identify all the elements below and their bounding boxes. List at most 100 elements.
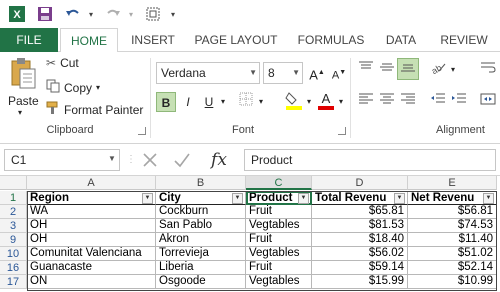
increase-font-size-icon[interactable]: A▲ bbox=[307, 63, 327, 83]
font-name-select[interactable]: Verdana ▼ bbox=[156, 62, 260, 84]
header-cell-city[interactable]: City ▼ bbox=[156, 191, 246, 205]
orientation-icon[interactable]: ab bbox=[428, 60, 448, 80]
table-cell[interactable]: OH bbox=[27, 219, 156, 233]
table-cell[interactable]: $59.14 bbox=[312, 261, 408, 275]
table-cell[interactable]: $15.99 bbox=[312, 275, 408, 289]
table-cell[interactable]: $81.53 bbox=[312, 219, 408, 233]
column-header-e[interactable]: E bbox=[408, 176, 497, 190]
cut-button[interactable]: ✂ Cut bbox=[46, 56, 79, 70]
orientation-dropdown-icon[interactable]: ▾ bbox=[448, 60, 458, 80]
table-cell[interactable]: Torrevieja bbox=[156, 247, 246, 261]
table-cell[interactable]: $56.02 bbox=[312, 247, 408, 261]
row-header[interactable]: 3 bbox=[0, 219, 27, 233]
font-size-select[interactable]: 8 ▼ bbox=[263, 62, 303, 84]
header-cell-region[interactable]: Region ▼ bbox=[27, 191, 156, 205]
row-header[interactable]: 10 bbox=[0, 247, 27, 261]
align-right-icon[interactable] bbox=[398, 92, 418, 112]
redo-dropdown-icon[interactable]: ▾ bbox=[126, 3, 136, 25]
redo-icon[interactable] bbox=[102, 3, 124, 25]
font-size-dropdown-icon[interactable]: ▼ bbox=[292, 63, 300, 83]
table-cell[interactable]: Fruit bbox=[246, 261, 312, 275]
font-dialog-launcher-icon[interactable] bbox=[338, 127, 346, 135]
borders-dropdown-icon[interactable]: ▾ bbox=[256, 92, 266, 112]
touch-mode-icon[interactable] bbox=[142, 3, 164, 25]
insert-function-icon[interactable]: fx bbox=[206, 148, 232, 172]
merge-center-icon[interactable] bbox=[478, 92, 498, 112]
undo-icon[interactable] bbox=[62, 3, 84, 25]
copy-dropdown-icon[interactable]: ▾ bbox=[96, 83, 100, 92]
name-box[interactable]: C1 bbox=[4, 149, 120, 171]
font-name-dropdown-icon[interactable]: ▼ bbox=[249, 63, 257, 83]
table-cell[interactable]: Akron bbox=[156, 233, 246, 247]
align-left-icon[interactable] bbox=[356, 92, 376, 112]
cancel-icon[interactable] bbox=[140, 150, 160, 170]
copy-button[interactable]: Copy ▾ bbox=[46, 79, 100, 96]
decrease-indent-icon[interactable] bbox=[428, 92, 448, 112]
table-cell[interactable]: $18.40 bbox=[312, 233, 408, 247]
row-header[interactable]: 1 bbox=[0, 191, 27, 205]
top-align-icon[interactable] bbox=[356, 60, 376, 80]
table-cell[interactable]: $52.14 bbox=[408, 261, 497, 275]
table-cell[interactable]: $11.40 bbox=[408, 233, 497, 247]
column-header-d[interactable]: D bbox=[312, 176, 408, 190]
tab-file[interactable]: FILE bbox=[0, 28, 58, 52]
header-cell-total-revenue[interactable]: Total Revenu ▼ bbox=[312, 191, 408, 205]
table-cell[interactable]: Comunitat Valenciana bbox=[27, 247, 156, 261]
table-cell[interactable]: Guanacaste bbox=[27, 261, 156, 275]
paste-dropdown-icon[interactable]: ▾ bbox=[18, 108, 22, 117]
tab-page-layout[interactable]: PAGE LAYOUT bbox=[190, 28, 282, 52]
align-center-icon[interactable] bbox=[377, 92, 397, 112]
row-header[interactable]: 9 bbox=[0, 233, 27, 247]
paste-icon[interactable] bbox=[6, 56, 40, 92]
table-cell[interactable]: Vegtables bbox=[246, 275, 312, 289]
table-cell[interactable]: $56.81 bbox=[408, 205, 497, 219]
enter-icon[interactable] bbox=[172, 150, 192, 170]
header-cell-net-revenue[interactable]: Net Revenu ▼ bbox=[408, 191, 497, 205]
header-cell-product[interactable]: Product ▼ bbox=[246, 191, 312, 205]
underline-dropdown-icon[interactable]: ▾ bbox=[218, 92, 228, 112]
fill-color-dropdown-icon[interactable]: ▾ bbox=[304, 92, 314, 112]
table-cell[interactable]: Osgoode bbox=[156, 275, 246, 289]
column-header-c[interactable]: C bbox=[246, 176, 312, 190]
row-header[interactable]: 17 bbox=[0, 275, 27, 289]
tab-insert[interactable]: INSERT bbox=[124, 28, 182, 52]
bottom-align-icon[interactable] bbox=[397, 58, 419, 80]
table-cell[interactable]: Vegtables bbox=[246, 247, 312, 261]
table-cell[interactable]: Liberia bbox=[156, 261, 246, 275]
table-cell[interactable]: ON bbox=[27, 275, 156, 289]
tab-data[interactable]: DATA bbox=[378, 28, 424, 52]
font-color-icon[interactable]: A bbox=[316, 90, 336, 110]
name-box-dropdown-icon[interactable]: ▼ bbox=[108, 154, 116, 163]
format-painter-button[interactable]: Format Painter bbox=[46, 101, 143, 118]
column-header-a[interactable]: A bbox=[27, 176, 156, 190]
filter-dropdown-icon[interactable]: ▼ bbox=[232, 193, 243, 204]
decrease-font-size-icon[interactable]: A▼ bbox=[329, 63, 349, 83]
filter-active-icon[interactable]: ▼ bbox=[298, 193, 309, 204]
table-cell[interactable]: $74.53 bbox=[408, 219, 497, 233]
table-cell[interactable]: Fruit bbox=[246, 205, 312, 219]
table-cell[interactable]: Vegtables bbox=[246, 219, 312, 233]
bold-button[interactable]: B bbox=[156, 92, 176, 112]
table-cell[interactable]: WA bbox=[27, 205, 156, 219]
tab-formulas[interactable]: FORMULAS bbox=[292, 28, 370, 52]
underline-button[interactable]: U bbox=[199, 92, 219, 112]
borders-icon[interactable] bbox=[236, 92, 256, 112]
fill-color-icon[interactable] bbox=[284, 90, 304, 110]
paste-button[interactable]: Paste bbox=[8, 94, 39, 108]
row-header[interactable]: 2 bbox=[0, 205, 27, 219]
formula-input[interactable]: Product bbox=[244, 149, 496, 171]
clipboard-dialog-launcher-icon[interactable] bbox=[138, 127, 146, 135]
select-all-corner[interactable] bbox=[0, 176, 27, 190]
increase-indent-icon[interactable] bbox=[449, 92, 469, 112]
row-header[interactable]: 16 bbox=[0, 261, 27, 275]
table-cell[interactable]: San Pablo bbox=[156, 219, 246, 233]
table-cell[interactable]: $65.81 bbox=[312, 205, 408, 219]
italic-button[interactable]: I bbox=[178, 92, 198, 112]
filter-dropdown-icon[interactable]: ▼ bbox=[142, 193, 153, 204]
tab-review[interactable]: REVIEW bbox=[434, 28, 494, 52]
font-color-dropdown-icon[interactable]: ▾ bbox=[336, 92, 346, 112]
table-cell[interactable]: Fruit bbox=[246, 233, 312, 247]
wrap-text-icon[interactable] bbox=[478, 60, 498, 80]
table-cell[interactable]: $10.99 bbox=[408, 275, 497, 289]
column-header-b[interactable]: B bbox=[156, 176, 246, 190]
